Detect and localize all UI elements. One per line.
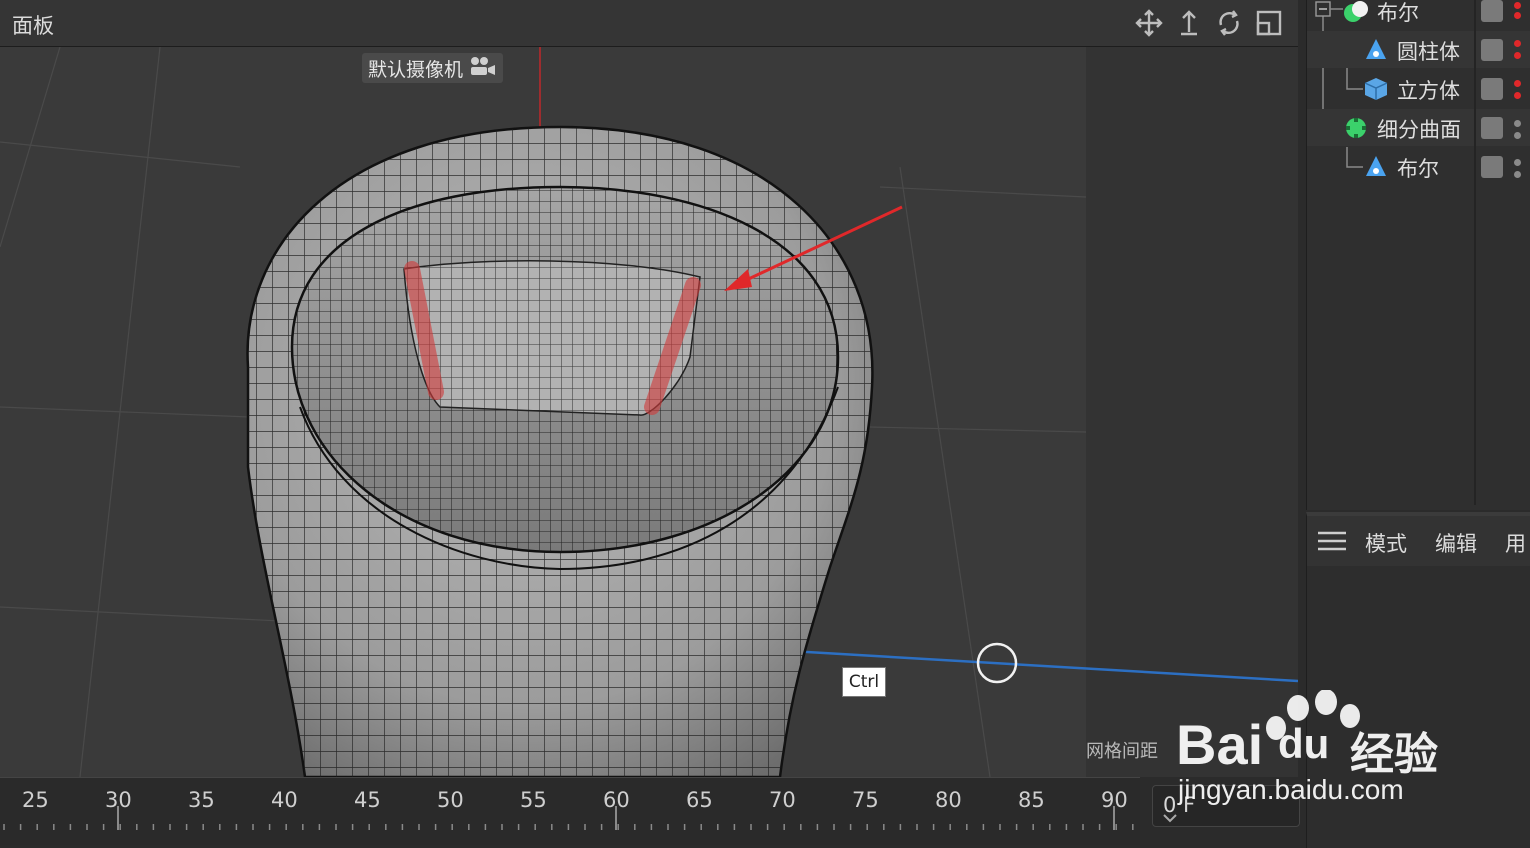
visibility-dot[interactable] <box>1514 40 1521 47</box>
viewport-header: 面板 <box>0 0 1298 47</box>
viewport-nav-icons <box>1134 8 1284 38</box>
object-label: 布尔 <box>1377 1 1419 25</box>
visibility-dot[interactable] <box>1514 120 1521 127</box>
edit-toggle-icon[interactable] <box>1481 39 1503 61</box>
timeline-tick-label: 40 <box>271 788 298 812</box>
watermark-brand-du: du <box>1278 720 1330 767</box>
object-manager: 布尔 圆柱体 立方体 细分曲面 布尔 <box>1306 0 1530 510</box>
boole-icon <box>1343 0 1369 24</box>
timeline-tick-label: 30 <box>105 788 132 812</box>
edit-toggle-icon[interactable] <box>1481 78 1503 100</box>
menu-edit[interactable]: 编辑 <box>1435 528 1477 558</box>
timeline-tick-label: 60 <box>603 788 630 812</box>
watermark-url: jingyan.baidu.com <box>1178 774 1404 805</box>
cube-icon <box>1363 76 1389 102</box>
visibility-dot[interactable] <box>1514 171 1521 178</box>
visibility-dot[interactable] <box>1514 12 1521 19</box>
panel-menu[interactable]: 面板 <box>12 10 54 40</box>
visibility-dot[interactable] <box>1514 2 1521 9</box>
timeline-tick-label: 70 <box>769 788 796 812</box>
timeline-tick-label: 50 <box>437 788 464 812</box>
object-label: 细分曲面 <box>1377 118 1461 142</box>
baidu-watermark: Bai du 经验 jingyan.baidu.com <box>1080 690 1530 820</box>
boole-icon <box>1363 154 1389 180</box>
timeline-tick-label: 75 <box>852 788 879 812</box>
visibility-dot[interactable] <box>1514 92 1521 99</box>
menu-user[interactable]: 用 <box>1505 528 1526 558</box>
maximize-icon[interactable] <box>1254 8 1284 38</box>
move-icon[interactable] <box>1134 8 1164 38</box>
edit-toggle-icon[interactable] <box>1481 117 1503 139</box>
timeline-tick-label: 25 <box>22 788 49 812</box>
camera-label-text: 默认摄像机 <box>368 58 464 81</box>
timeline-tick-label: 55 <box>520 788 547 812</box>
rotate-icon[interactable] <box>1214 8 1244 38</box>
visibility-dot[interactable] <box>1514 159 1521 166</box>
subdivision-surface-icon <box>1343 115 1369 141</box>
timeline-tick-label: 35 <box>188 788 215 812</box>
attribute-menu-bar: 模式 编辑 用 <box>1307 516 1530 566</box>
edit-toggle-icon[interactable] <box>1481 0 1503 22</box>
camera-icon <box>469 55 497 82</box>
cylinder-icon <box>1363 37 1389 63</box>
object-label: 布尔 <box>1397 157 1439 181</box>
timeline-tick-label: 85 <box>1018 788 1045 812</box>
camera-label[interactable]: 默认摄像机 <box>362 53 504 83</box>
cup-mesh <box>246 125 874 777</box>
timeline-tick-label: 80 <box>935 788 962 812</box>
object-manager-column-divider <box>1474 0 1476 505</box>
visibility-dot[interactable] <box>1514 52 1521 59</box>
visibility-dot[interactable] <box>1514 80 1521 87</box>
menu-mode[interactable]: 模式 <box>1365 528 1407 558</box>
timeline-ticks <box>3 806 1134 830</box>
timeline-ruler[interactable]: 25 30 35 40 45 50 55 60 65 70 75 80 85 9… <box>0 777 1140 845</box>
visibility-dot[interactable] <box>1514 132 1521 139</box>
3d-viewport[interactable]: 默认摄像机 Ctrl 网格间距 <box>0 47 1298 777</box>
edit-toggle-icon[interactable] <box>1481 156 1503 178</box>
modifier-key-tooltip: Ctrl <box>842 667 886 697</box>
timeline-tick-label: 65 <box>686 788 713 812</box>
pan-icon[interactable] <box>1174 8 1204 38</box>
watermark-brand-cn: 经验 <box>1350 729 1438 780</box>
object-label: 立方体 <box>1397 79 1460 103</box>
object-label: 圆柱体 <box>1397 40 1460 64</box>
hamburger-menu-icon[interactable] <box>1317 530 1347 556</box>
watermark-brand: Bai <box>1176 713 1264 776</box>
timeline-tick-label: 45 <box>354 788 381 812</box>
scene-canvas[interactable] <box>0 47 1298 777</box>
